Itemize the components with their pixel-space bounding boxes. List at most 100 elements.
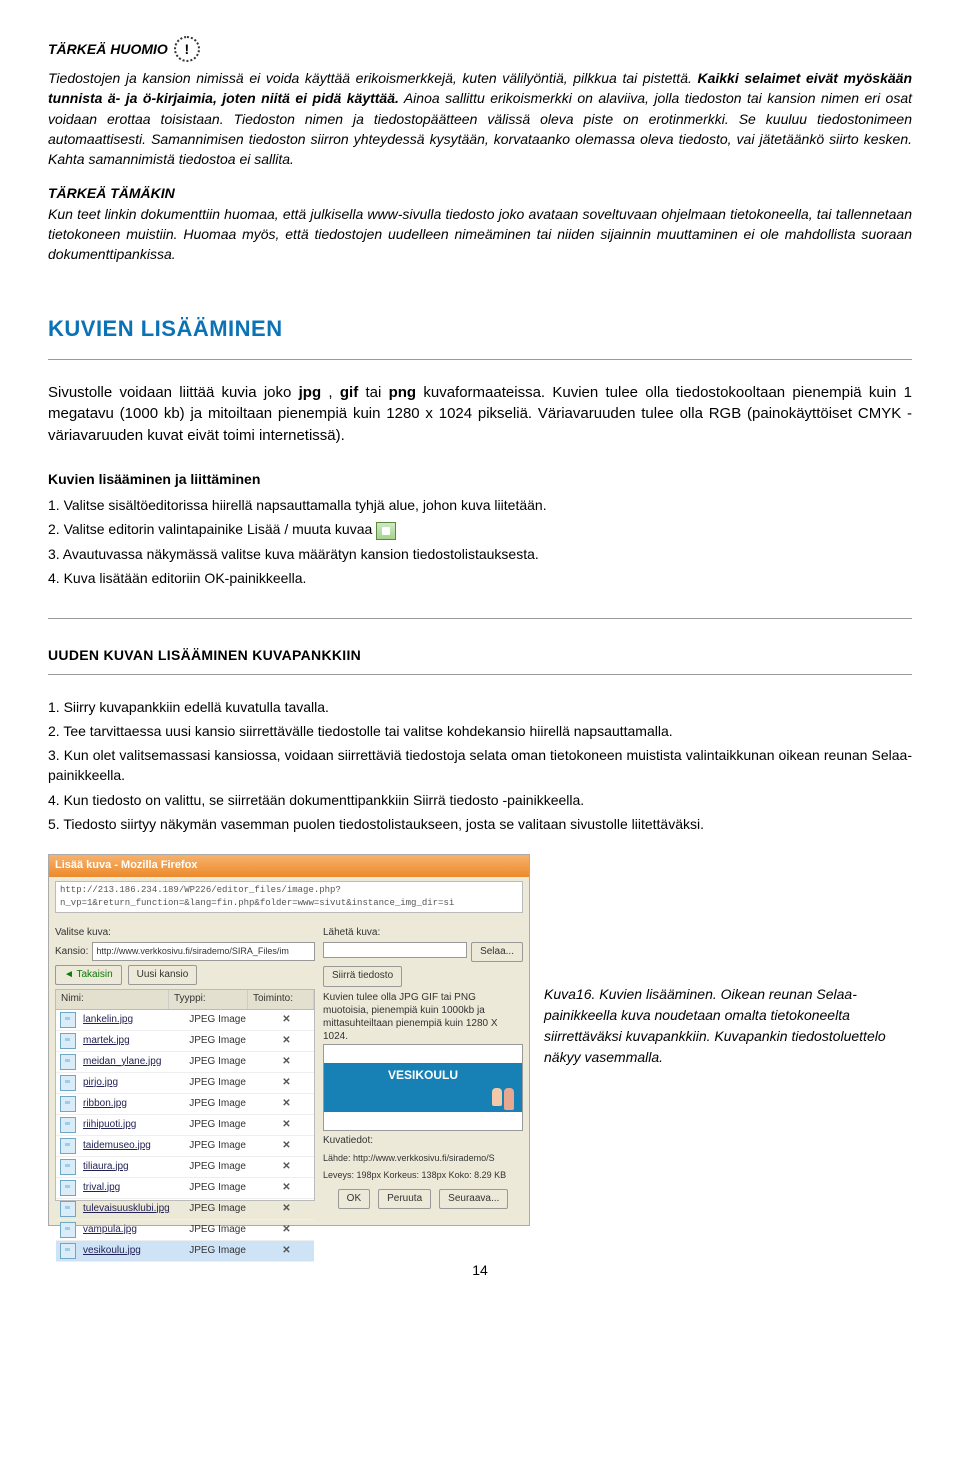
file-name: tiliaura.jpg: [80, 1158, 186, 1177]
browse-button[interactable]: Selaa...: [471, 942, 523, 963]
file-icon: [60, 1243, 76, 1259]
file-row[interactable]: ribbon.jpgJPEG Image✕: [56, 1094, 314, 1115]
delete-icon[interactable]: ✕: [259, 1076, 314, 1091]
u-step-1: 1. Siirry kuvapankkiin edellä kuvatulla …: [48, 697, 912, 717]
file-icon: [60, 1117, 76, 1133]
file-row[interactable]: meidan_ylane.jpgJPEG Image✕: [56, 1052, 314, 1073]
file-row[interactable]: tiliaura.jpgJPEG Image✕: [56, 1157, 314, 1178]
delete-icon[interactable]: ✕: [259, 1013, 314, 1028]
file-icon: [60, 1054, 76, 1070]
file-icon: [60, 1012, 76, 1028]
upload-path-input[interactable]: [323, 942, 467, 958]
file-name: lankelin.jpg: [80, 1011, 186, 1030]
file-type: JPEG Image: [186, 1095, 259, 1114]
file-type: JPEG Image: [186, 1137, 259, 1156]
file-row[interactable]: vampula.jpgJPEG Image✕: [56, 1220, 314, 1241]
preview-figures-icon: [492, 1088, 514, 1110]
ok-button[interactable]: OK: [338, 1189, 370, 1210]
u-step-4: 4. Kun tiedosto on valittu, se siirretää…: [48, 790, 912, 810]
delete-icon[interactable]: ✕: [259, 1139, 314, 1154]
text: Takaisin: [77, 969, 113, 980]
intro-paragraph: Sivustolle voidaan liittää kuvia joko jp…: [48, 382, 912, 447]
text: ,: [328, 384, 339, 401]
label-choose-image: Valitse kuva:: [55, 926, 315, 941]
delete-icon[interactable]: ✕: [259, 1223, 314, 1238]
delete-icon[interactable]: ✕: [259, 1202, 314, 1217]
delete-icon[interactable]: ✕: [259, 1097, 314, 1112]
file-row[interactable]: tulevaisuusklubi.jpgJPEG Image✕: [56, 1199, 314, 1220]
file-name: ribbon.jpg: [80, 1095, 186, 1114]
step-4: 4. Kuva lisätään editoriin OK-painikkeel…: [48, 568, 912, 588]
new-folder-button[interactable]: Uusi kansio: [128, 965, 198, 986]
back-button[interactable]: ◄ Takaisin: [55, 965, 122, 986]
file-type: JPEG Image: [186, 1116, 259, 1135]
cancel-button[interactable]: Peruuta: [378, 1189, 431, 1210]
info-dims: Leveys: 198px Korkeus: 138px Koko: 8.29 …: [323, 1169, 523, 1182]
file-icon: [60, 1159, 76, 1175]
col-name: Nimi:: [56, 990, 169, 1009]
delete-icon[interactable]: ✕: [259, 1160, 314, 1175]
image-preview: VESIKOULU: [323, 1044, 523, 1131]
delete-icon[interactable]: ✕: [259, 1034, 314, 1049]
delete-icon[interactable]: ✕: [259, 1118, 314, 1133]
para-notice-1: Tiedostojen ja kansion nimissä ei voida …: [48, 68, 912, 169]
delete-icon[interactable]: ✕: [259, 1055, 314, 1070]
step-2: 2. Valitse editorin valintapainike Lisää…: [48, 519, 912, 539]
text: Sivustolle voidaan liittää kuvia joko: [48, 384, 299, 401]
file-icon: [60, 1096, 76, 1112]
file-row[interactable]: pirjo.jpgJPEG Image✕: [56, 1073, 314, 1094]
heading-important: TÄRKEÄ HUOMIO: [48, 39, 168, 59]
delete-icon[interactable]: ✕: [259, 1181, 314, 1196]
divider: [48, 359, 912, 360]
u-step-2: 2. Tee tarvittaessa uusi kansio siirrett…: [48, 721, 912, 741]
page-number: 14: [48, 1260, 912, 1280]
info-icon: !: [174, 36, 200, 62]
file-row[interactable]: lankelin.jpgJPEG Image✕: [56, 1010, 314, 1031]
preview-title: VESIKOULU: [388, 1068, 458, 1082]
fmt-png: png: [389, 384, 417, 401]
text: 2. Valitse editorin valintapainike Lisää…: [48, 521, 376, 537]
heading-also: TÄRKEÄ TÄMÄKIN: [48, 185, 175, 201]
file-type: JPEG Image: [186, 1011, 259, 1030]
label-folder: Kansio:: [55, 945, 88, 960]
text: tai: [365, 384, 388, 401]
fmt-jpg: jpg: [299, 384, 322, 401]
step-3: 3. Avautuvassa näkymässä valitse kuva mä…: [48, 544, 912, 564]
help-text: Kuvien tulee olla JPG GIF tai PNG muotoi…: [323, 991, 523, 1043]
divider: [48, 674, 912, 675]
delete-icon[interactable]: ✕: [259, 1244, 314, 1259]
file-row[interactable]: trival.jpgJPEG Image✕: [56, 1178, 314, 1199]
file-type: JPEG Image: [186, 1242, 259, 1261]
figure-caption: Kuva16. Kuvien lisääminen. Oikean reunan…: [544, 854, 912, 1068]
dialog-url: http://213.186.234.189/WP226/editor_file…: [55, 881, 523, 913]
file-name: tulevaisuusklubi.jpg: [80, 1200, 186, 1219]
fmt-gif: gif: [340, 384, 358, 401]
col-action: Toiminto:: [248, 990, 314, 1009]
file-icon: [60, 1201, 76, 1217]
insert-image-icon: [376, 522, 396, 540]
file-row[interactable]: taidemuseo.jpgJPEG Image✕: [56, 1136, 314, 1157]
file-name: pirjo.jpg: [80, 1074, 186, 1093]
info-source: Lähde: http://www.verkkosivu.fi/sirademo…: [323, 1152, 523, 1165]
file-name: taidemuseo.jpg: [80, 1137, 186, 1156]
file-icon: [60, 1222, 76, 1238]
file-type: JPEG Image: [186, 1074, 259, 1093]
file-type: JPEG Image: [186, 1179, 259, 1198]
file-icon: [60, 1075, 76, 1091]
move-file-button[interactable]: Siirrä tiedosto: [323, 966, 402, 987]
file-row[interactable]: riihipuoti.jpgJPEG Image✕: [56, 1115, 314, 1136]
file-row[interactable]: martek.jpgJPEG Image✕: [56, 1031, 314, 1052]
u-step-3: 3. Kun olet valitsemassasi kansiossa, vo…: [48, 745, 912, 786]
label-imageinfo: Kuvatiedot:: [323, 1134, 523, 1149]
file-name: martek.jpg: [80, 1032, 186, 1051]
dialog-right-pane: Lähetä kuva: Selaa... Siirrä tiedosto Ku…: [323, 923, 523, 1219]
file-type: JPEG Image: [186, 1158, 259, 1177]
heading-add-images: KUVIEN LISÄÄMINEN: [48, 313, 912, 345]
subhead-upload-image: UUDEN KUVAN LISÄÄMINEN KUVAPANKKIIN: [48, 645, 912, 665]
text: Kuva16. Kuvien lisääminen. Oikean reunan…: [544, 986, 886, 1065]
file-icon: [60, 1180, 76, 1196]
next-button[interactable]: Seuraava...: [439, 1189, 508, 1210]
file-list[interactable]: lankelin.jpgJPEG Image✕martek.jpgJPEG Im…: [55, 1010, 315, 1201]
folder-input[interactable]: http://www.verkkosivu.fi/sirademo/SIRA_F…: [92, 942, 315, 961]
file-row[interactable]: vesikoulu.jpgJPEG Image✕: [56, 1241, 314, 1262]
